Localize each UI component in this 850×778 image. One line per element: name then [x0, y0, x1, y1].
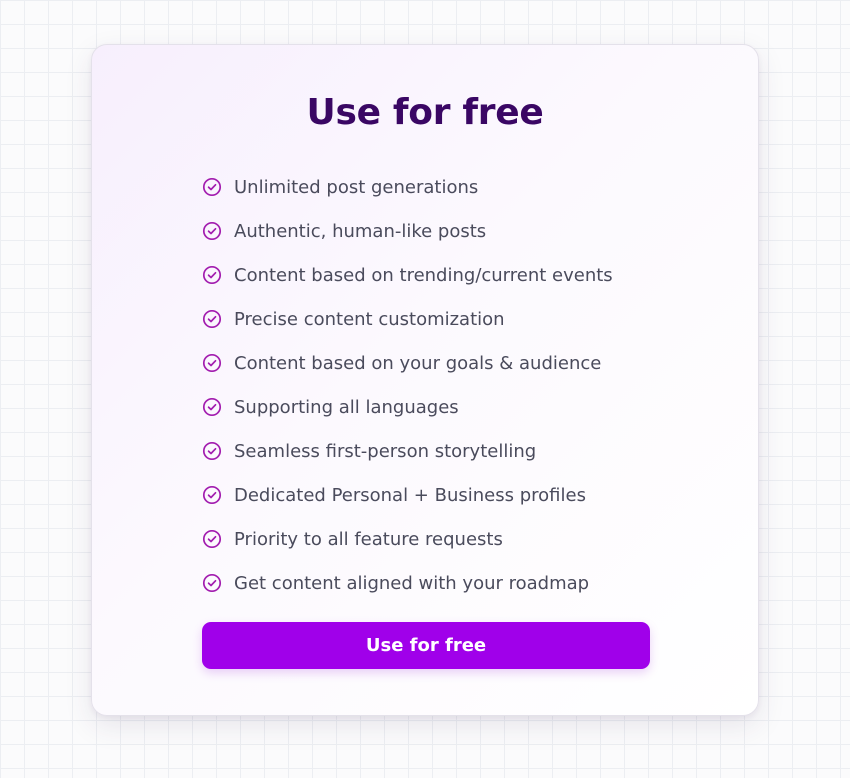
list-item: Content based on trending/current events	[202, 253, 613, 297]
pricing-card: Use for free Unlimited post generations …	[91, 44, 759, 716]
feature-label: Unlimited post generations	[234, 176, 479, 198]
check-circle-icon	[202, 177, 222, 197]
feature-label: Get content aligned with your roadmap	[234, 572, 590, 594]
feature-label: Content based on your goals & audience	[234, 352, 602, 374]
check-circle-icon	[202, 265, 222, 285]
check-circle-icon	[202, 397, 222, 417]
list-item: Authentic, human-like posts	[202, 209, 613, 253]
check-circle-icon	[202, 309, 222, 329]
check-circle-icon	[202, 485, 222, 505]
feature-label: Dedicated Personal + Business profiles	[234, 484, 586, 506]
feature-label: Authentic, human-like posts	[234, 220, 487, 242]
card-title: Use for free	[306, 92, 544, 133]
list-item: Precise content customization	[202, 297, 613, 341]
feature-label: Priority to all feature requests	[234, 528, 503, 550]
check-circle-icon	[202, 353, 222, 373]
check-circle-icon	[202, 221, 222, 241]
feature-list: Unlimited post generations Authentic, hu…	[202, 165, 613, 605]
check-circle-icon	[202, 529, 222, 549]
feature-label: Content based on trending/current events	[234, 264, 613, 286]
feature-label: Precise content customization	[234, 308, 505, 330]
feature-label: Seamless first-person storytelling	[234, 440, 537, 462]
list-item: Priority to all feature requests	[202, 517, 613, 561]
list-item: Unlimited post generations	[202, 165, 613, 209]
list-item: Get content aligned with your roadmap	[202, 561, 613, 605]
list-item: Content based on your goals & audience	[202, 341, 613, 385]
feature-label: Supporting all languages	[234, 396, 459, 418]
list-item: Dedicated Personal + Business profiles	[202, 473, 613, 517]
check-circle-icon	[202, 441, 222, 461]
list-item: Supporting all languages	[202, 385, 613, 429]
list-item: Seamless first-person storytelling	[202, 429, 613, 473]
use-for-free-button[interactable]: Use for free	[202, 622, 650, 669]
check-circle-icon	[202, 573, 222, 593]
